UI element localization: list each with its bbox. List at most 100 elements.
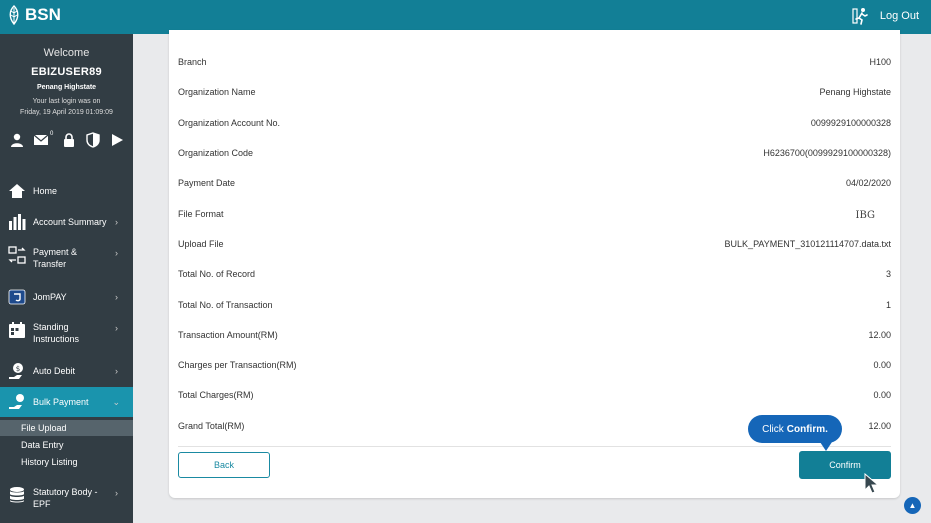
menu-jompay-label: JomPAY <box>33 292 67 302</box>
menu-statutory-body[interactable]: Statutory Body - EPF › <box>0 484 133 512</box>
detail-value: BULK_PAYMENT_310121114707.data.txt <box>724 239 891 249</box>
bsn-logo[interactable]: BSN <box>6 5 61 25</box>
top-bar: BSN Log Out <box>0 0 931 34</box>
detail-label: Payment Date <box>178 178 236 188</box>
chevron-right-icon: › <box>115 366 118 376</box>
chevron-right-icon: › <box>115 488 118 498</box>
detail-row-total-charges: Total Charges(RM) 0.00 <box>178 390 891 404</box>
menu-home-label: Home <box>33 186 58 196</box>
menu-home[interactable]: Home <box>0 182 133 200</box>
statutory-line1: Statutory Body - <box>33 487 98 497</box>
detail-value: 04/02/2020 <box>845 178 891 188</box>
detail-value: H6236700(0099929100000328) <box>763 148 891 158</box>
last-login-line2: Friday, 19 April 2019 01:09:09 <box>20 109 113 116</box>
calendar-icon <box>8 321 26 339</box>
detail-row-organization-account: Organization Account No. 0099929100000328 <box>178 118 891 132</box>
detail-label: Grand Total(RM) <box>178 421 245 431</box>
menu-statutory-label: Statutory Body - EPF <box>33 486 98 510</box>
menu-payment-transfer[interactable]: Payment & Transfer › <box>0 244 133 272</box>
shield-icon[interactable] <box>85 132 101 148</box>
detail-row-organization-code: Organization Code H6236700(00999291000003… <box>178 148 891 162</box>
detail-label: Organization Code <box>178 148 254 158</box>
submenu-data-entry[interactable]: Data Entry <box>0 437 133 453</box>
chevron-right-icon: › <box>115 292 118 302</box>
divider <box>178 446 891 447</box>
menu-bulk-payment[interactable]: Bulk Payment ⌄ <box>0 387 133 417</box>
submenu-file-upload[interactable]: File Upload <box>0 420 133 436</box>
detail-label: Organization Account No. <box>178 118 281 128</box>
profile-icon[interactable] <box>9 132 25 148</box>
submenu-history-listing[interactable]: History Listing <box>0 454 133 470</box>
detail-label: Organization Name <box>178 87 256 97</box>
menu-account-summary-label: Account Summary <box>33 217 107 227</box>
detail-value: 1 <box>885 300 891 310</box>
menu-standing-label: Standing Instructions <box>33 321 79 345</box>
menu-jompay[interactable]: JomPAY › <box>0 288 133 306</box>
last-login: Your last login was on Friday, 19 April … <box>0 96 133 118</box>
mail-icon[interactable]: 0 <box>33 131 53 148</box>
detail-label: Total No. of Record <box>178 269 256 279</box>
payment-line2: Transfer <box>33 259 67 269</box>
back-button[interactable]: Back <box>178 452 270 478</box>
statutory-line2: EPF <box>33 499 51 509</box>
detail-value: 3 <box>885 269 891 279</box>
detail-value: 0.00 <box>873 360 891 370</box>
detail-row-file-format: File Format IBG <box>178 209 891 223</box>
lock-icon[interactable] <box>61 132 77 148</box>
detail-row-organization-name: Organization Name Penang Highstate <box>178 87 891 101</box>
detail-row-total-transaction: Total No. of Transaction 1 <box>178 300 891 314</box>
detail-label: Total Charges(RM) <box>178 390 254 400</box>
welcome-text: Welcome <box>43 47 90 59</box>
detail-row-charges-per-transaction: Charges per Transaction(RM) 0.00 <box>178 360 891 374</box>
detail-value: Penang Highstate <box>819 87 891 97</box>
detail-row-payment-date: Payment Date 04/02/2020 <box>178 178 891 192</box>
jompay-icon <box>8 288 26 306</box>
auto-debit-icon: $ <box>8 362 26 380</box>
logout-label: Log Out <box>879 10 919 22</box>
chevron-right-icon: › <box>115 217 118 227</box>
company-name: Penang Highstate <box>36 84 97 91</box>
detail-value: 0099929100000328 <box>810 118 891 128</box>
payment-line1: Payment & <box>33 247 78 257</box>
detail-label: Upload File <box>178 239 224 249</box>
detail-label: Transaction Amount(RM) <box>178 330 278 340</box>
chevron-up-icon: ▲ <box>908 501 917 510</box>
mouse-pointer-icon <box>864 473 880 494</box>
detail-label: Branch <box>178 57 207 67</box>
home-icon <box>8 182 26 200</box>
detail-value: H100 <box>869 57 891 67</box>
bar-chart-icon <box>8 213 26 231</box>
detail-value: IBG <box>855 210 875 221</box>
chevron-right-icon: › <box>115 323 118 333</box>
tooltip-bold: Confirm. <box>786 423 828 435</box>
leaf-icon <box>9 5 19 25</box>
brand-name: BSN <box>25 5 61 24</box>
scroll-to-top-button[interactable]: ▲ <box>904 497 921 514</box>
chevron-right-icon: › <box>115 248 118 258</box>
play-icon[interactable] <box>109 132 125 148</box>
menu-standing-instructions[interactable]: Standing Instructions › <box>0 319 133 347</box>
tutorial-tooltip: Click Confirm. <box>748 415 842 451</box>
menu-account-summary[interactable]: Account Summary › <box>0 213 133 231</box>
detail-row-total-record: Total No. of Record 3 <box>178 269 891 283</box>
menu-payment-transfer-label: Payment & Transfer <box>33 246 77 270</box>
svg-text:$: $ <box>16 365 20 373</box>
detail-value: 0.00 <box>873 390 891 400</box>
mail-count: 0 <box>50 131 54 137</box>
detail-label: File Format <box>178 209 224 219</box>
menu-auto-debit-label: Auto Debit <box>33 366 76 376</box>
standing-line1: Standing <box>33 322 69 332</box>
logout-button[interactable]: Log Out <box>852 7 919 25</box>
database-icon <box>8 486 26 504</box>
detail-value: 12.00 <box>868 330 891 340</box>
menu-auto-debit[interactable]: $ Auto Debit › <box>0 362 133 380</box>
bulk-payment-icon <box>8 393 26 411</box>
username: EBIZUSER89 <box>31 66 102 78</box>
exit-icon <box>852 8 868 25</box>
detail-value: 12.00 <box>868 421 891 431</box>
sidebar: Welcome EBIZUSER89 Penang Highstate Your… <box>0 34 133 523</box>
standing-line2: Instructions <box>33 334 80 344</box>
detail-row-upload-file: Upload File BULK_PAYMENT_310121114707.dat… <box>178 239 891 253</box>
welcome-block: Welcome EBIZUSER89 Penang Highstate Your… <box>0 34 133 118</box>
last-login-line1: Your last login was on <box>32 98 101 105</box>
